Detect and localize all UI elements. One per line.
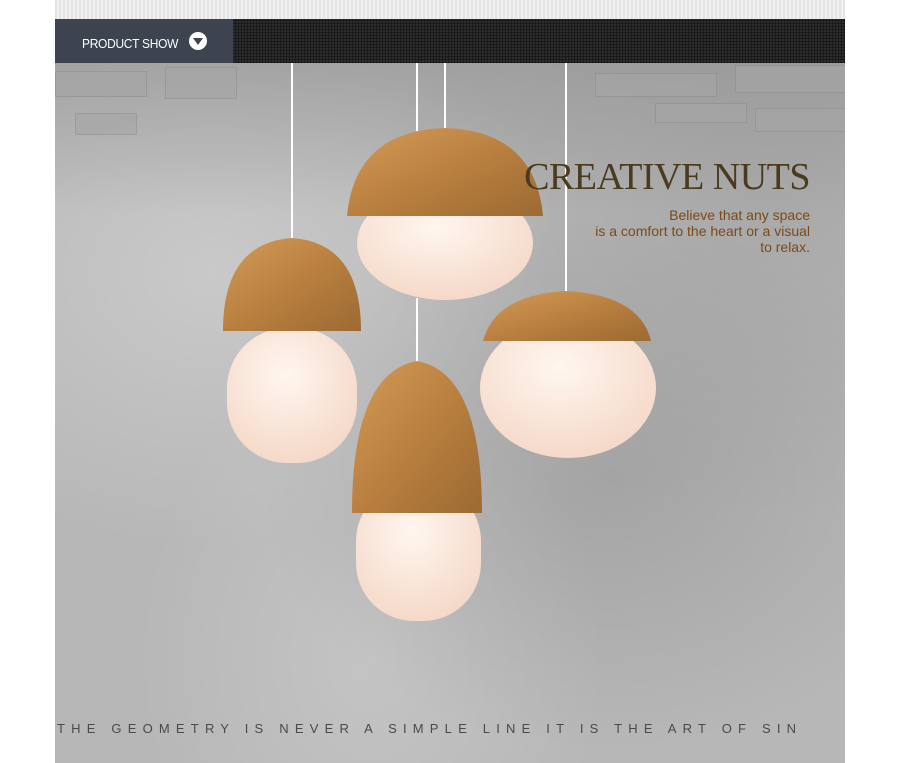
section-header: PRODUCT SHOW (55, 19, 845, 63)
header-tab[interactable]: PRODUCT SHOW (55, 19, 233, 63)
banner-tagline: Believe that any space is a comfort to t… (595, 207, 810, 255)
acorn-lamp-top (347, 128, 543, 300)
acorn-lamp-left (223, 238, 361, 463)
banner-footer-text: THE GEOMETRY IS NEVER A SIMPLE LINE IT I… (57, 721, 803, 736)
top-decorative-strip (55, 0, 845, 19)
acorn-lamp-right (480, 291, 656, 458)
tagline-line: to relax. (760, 239, 810, 255)
section-title: PRODUCT SHOW (82, 36, 179, 51)
product-banner: CREATIVE NUTS Believe that any space is … (55, 63, 845, 763)
acorn-lamp-bottom (352, 361, 482, 621)
tagline-line: Believe that any space (669, 207, 810, 223)
chevron-down-icon[interactable] (189, 32, 207, 50)
banner-headline: CREATIVE NUTS (524, 156, 810, 198)
tagline-line: is a comfort to the heart or a visual (595, 223, 810, 239)
